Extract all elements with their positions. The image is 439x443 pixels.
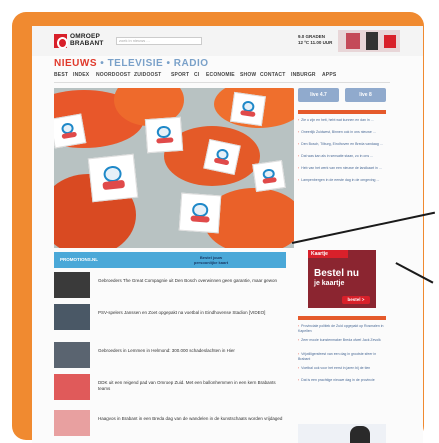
ad-headline-2: je kaartje xyxy=(314,280,345,287)
news-thumbnail xyxy=(54,374,90,400)
sidebar-link[interactable]: Dat is een prachtige nieuwe dag in de pr… xyxy=(298,378,386,383)
browser-page: OMROEP BRABANT zoek in nieuws ... 9.0 GR… xyxy=(32,26,423,443)
nav-item[interactable]: ECONOMIE xyxy=(206,72,235,78)
nav-item[interactable]: CONTACT xyxy=(260,72,285,78)
section-separator: • xyxy=(166,58,171,69)
news-list-item[interactable]: Gebroeders The Great Compagnie uit Den B… xyxy=(54,272,294,302)
news-headline[interactable]: Gebroeders The Great Compagnie uit Den B… xyxy=(98,278,288,284)
sidebar-link[interactable]: Oneerlijk Zuidwest, Binnen ook in ons ni… xyxy=(298,130,386,135)
weather-line-2: 12 ºC 11.00 UUR xyxy=(298,40,333,45)
flag-bow xyxy=(262,177,277,184)
banner-photo-1 xyxy=(346,33,360,49)
sidebar-ad[interactable]: Kaartje Bestel nu je kaartje bestel > xyxy=(308,250,376,308)
nav-item[interactable]: SHOW xyxy=(240,72,256,78)
section-links: NIEUWS • TELEVISIE • RADIO xyxy=(54,58,209,70)
sidebar-link[interactable]: Zie u zijn en heit, hebt wat kunnen en d… xyxy=(298,118,386,123)
banner-logo xyxy=(384,35,396,48)
hero-photo[interactable] xyxy=(54,88,294,248)
cupcake-flag-image xyxy=(87,153,139,203)
sidebar-header-bar xyxy=(298,316,386,320)
news-list-item[interactable]: Haagvos in Brabant in een Breda dag van … xyxy=(54,410,294,440)
promo-banner[interactable]: PROMOTIONS.NL Bestel jouw persoonlijke k… xyxy=(54,252,286,268)
sidebar-link[interactable]: Voetbal ook voor het eerst in jaren bij … xyxy=(298,366,386,371)
sidebar-promo-image[interactable] xyxy=(298,424,386,443)
sidebar-link[interactable]: Zeer mooie kunstenmaker Breda ofwel Jack… xyxy=(298,338,386,343)
ad-tag: Kaartje xyxy=(308,250,348,258)
news-thumbnail xyxy=(54,342,90,368)
sidebar-link[interactable]: Lampenbergen in de eerste dag in de omge… xyxy=(298,178,386,183)
sidebar-link[interactable]: Vrijwilligersfeest van een dag in groots… xyxy=(298,352,386,361)
cupcake-flag-image xyxy=(203,139,241,175)
nav-item[interactable]: NOORDOOST xyxy=(96,72,131,78)
sidebar-header-bar xyxy=(298,110,386,114)
news-list-item[interactable]: PSV-spelers Janssen en Zoet opgepakt na … xyxy=(54,304,294,334)
logo-line-1: OMROEP xyxy=(70,33,101,40)
ad-headline-1: Bestel nu xyxy=(314,268,360,279)
search-input[interactable]: zoek in nieuws ... xyxy=(116,37,202,45)
sidebar-link[interactable]: Heb van het werk van een nieuwe de landk… xyxy=(298,166,386,171)
weather-widget: 9.0 GRADEN 12 ºC 11.00 UUR xyxy=(298,34,332,46)
nav-item[interactable]: INDEX xyxy=(73,72,89,78)
section-separator: • xyxy=(100,58,105,69)
news-headline[interactable]: Haagvos in Brabant in een Breda dag van … xyxy=(98,416,288,422)
banner-photo-2 xyxy=(366,32,378,50)
promo-banner-right-text: Bestel jouw persoonlijke kaart xyxy=(166,255,256,265)
live-tv-label: live 4.7 xyxy=(310,92,327,98)
flag-bow xyxy=(155,136,174,144)
promo-banner-left-text: PROMOTIONS.NL xyxy=(60,257,98,262)
news-list-item[interactable]: Gebroeders in Lemmen in Helmond: 300.000… xyxy=(54,342,294,372)
nav-item[interactable]: INBURGR xyxy=(291,72,316,78)
sidebar-link[interactable]: Den Bosch, Tilburg, Eindhoven en Breda v… xyxy=(298,142,386,147)
cupcake-flag-image xyxy=(252,160,286,192)
news-thumbnail xyxy=(54,410,90,436)
sidebar-link[interactable]: Dat was kan als in sensatie staan, zo in… xyxy=(298,154,386,159)
news-thumbnail xyxy=(54,304,90,330)
section-nieuws[interactable]: NIEUWS xyxy=(54,58,97,69)
nav-item[interactable]: APPS xyxy=(322,72,336,78)
news-headline[interactable]: Gebroeders in Lemmen in Helmond: 300.000… xyxy=(98,348,288,354)
ad-order-button[interactable]: bestel > xyxy=(342,296,370,304)
live-tv-button[interactable]: live 4.7 xyxy=(298,88,339,102)
nav-item[interactable]: ZUIDOOST xyxy=(134,72,161,78)
promo-banner-line-2: persoonlijke kaart xyxy=(193,260,229,265)
ad-tag-text: Kaartje xyxy=(311,251,328,257)
live-radio-label: live 8 xyxy=(359,92,372,98)
flag-bow xyxy=(61,131,77,140)
news-headline[interactable]: PSV-spelers Janssen en Zoet opgepakt na … xyxy=(98,310,288,316)
news-headline[interactable]: DDK uit een reigend pad van Omroep Zuid.… xyxy=(98,380,288,392)
header-ad-banner[interactable] xyxy=(338,30,400,52)
main-nav: BEST INDEX NOORDOOST ZUIDOOST SPORT CI E… xyxy=(54,72,394,82)
news-list-item[interactable]: DDK uit een reigend pad van Omroep Zuid.… xyxy=(54,374,294,404)
section-televisie[interactable]: TELEVISIE xyxy=(108,58,164,69)
nav-item[interactable]: SPORT xyxy=(171,72,189,78)
news-thumbnail xyxy=(54,272,90,298)
cupcake-flag-image xyxy=(178,192,222,234)
section-radio[interactable]: RADIO xyxy=(174,58,209,69)
logo-line-2: BRABANT xyxy=(70,40,104,47)
flag-bow xyxy=(189,215,210,223)
live-radio-button[interactable]: live 8 xyxy=(345,88,386,102)
site-header: OMROEP BRABANT zoek in nieuws ... 9.0 GR… xyxy=(32,26,423,56)
nav-divider xyxy=(54,82,390,83)
cupcake-flag-image xyxy=(230,91,266,127)
site-logo[interactable]: OMROEP BRABANT xyxy=(70,33,104,47)
flag-bow xyxy=(102,180,126,190)
flag-bow xyxy=(239,110,256,118)
cupcake-flag-image xyxy=(54,113,87,149)
nav-item[interactable]: CI xyxy=(194,72,199,78)
logo-icon[interactable] xyxy=(54,34,68,49)
cupcake-flag-image xyxy=(144,116,184,154)
sidebar-link[interactable]: Provinciale politiek de Zuid opgepakt op… xyxy=(298,324,386,333)
promo-figure-image xyxy=(350,426,370,443)
nav-item[interactable]: BEST xyxy=(54,72,68,78)
